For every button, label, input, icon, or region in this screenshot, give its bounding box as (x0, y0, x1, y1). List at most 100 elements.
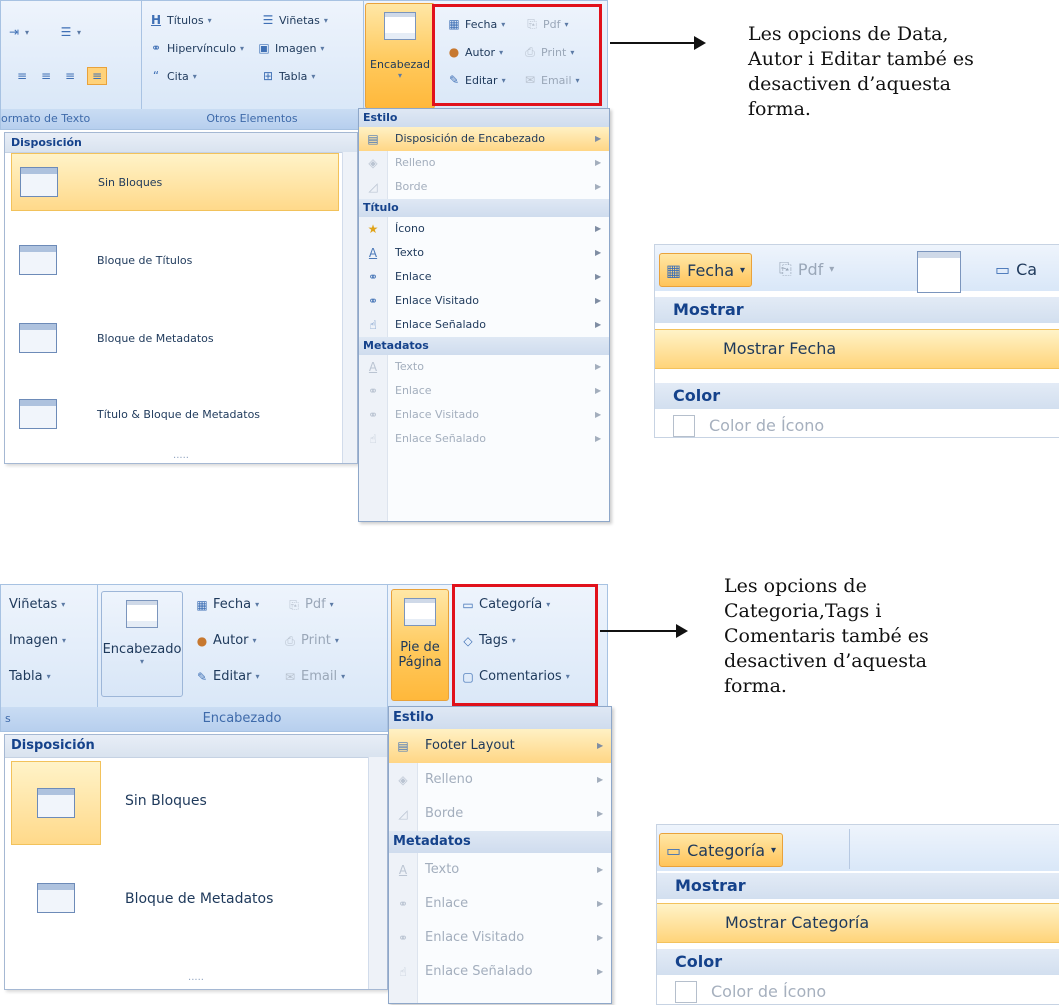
layout-item-bloque-metadatos[interactable]: Bloque de Metadatos (11, 309, 339, 367)
align-right-button[interactable]: ≡ (63, 69, 77, 83)
tabla-button[interactable]: ⊞ Tabla ▾ (261, 69, 315, 83)
align-left-button[interactable]: ≡ (15, 69, 29, 83)
zoom-color-header: Color (657, 949, 1059, 975)
menu-item-enlace-visitado[interactable]: ⚭ Enlace Visitado ▶ (359, 289, 609, 313)
resize-grip[interactable]: ..... (5, 450, 357, 461)
menu-item-footer-layout[interactable]: ▤ Footer Layout ▶ (389, 729, 611, 763)
layout-item-bloque-metadatos[interactable] (11, 863, 101, 933)
encabezado-button[interactable]: Encabezad ▾ (365, 3, 435, 109)
menu-item-label: Relleno (425, 772, 473, 787)
titulos-button[interactable]: H Títulos ▾ (149, 13, 212, 27)
hipervinculo-label: Hipervínculo (167, 41, 236, 55)
print-button[interactable]: ⎙ Print ▾ (283, 633, 339, 648)
tabla-button[interactable]: Tabla ▾ (9, 669, 51, 684)
menu-header-estilo: Estilo (359, 109, 609, 127)
bottom-style-menu: Estilo ▤ Footer Layout ▶ ◈ Relleno ▶ ◿ Borde ▶… (388, 706, 612, 1004)
zoom-fecha-button[interactable]: ▦ Fecha ▾ (659, 253, 753, 287)
visited-link-icon: ⚭ (397, 931, 409, 945)
pdf-button[interactable]: ⎘ Pdf ▾ (287, 597, 334, 612)
zoom-header-doc-icon (917, 251, 961, 293)
bottom-layout-panel: Disposición Sin Bloques Bloque de Metada… (4, 734, 388, 990)
menu-item-label: Texto (395, 360, 424, 373)
top-style-menu: Estilo ▤ Disposición de Encabezado ▶ ◈ Rell… (358, 108, 610, 522)
menu-item-enlace-senalado[interactable]: ☝ Enlace Señalado ▶ (359, 313, 609, 337)
menu-item-borde[interactable]: ◿ Borde ▶ (389, 797, 611, 831)
heading-icon: H (150, 13, 162, 27)
menu-item-relleno[interactable]: ◈ Relleno ▶ (389, 763, 611, 797)
imagen-button[interactable]: Imagen ▾ (9, 633, 66, 648)
resize-grip[interactable]: ..... (5, 972, 387, 983)
menu-item-meta-enlace-visitado[interactable]: ⚭ Enlace Visitado ▶ (359, 403, 609, 427)
zoom-pdf-label: Pdf (797, 259, 824, 279)
indent-button[interactable]: ⇥ ▾ (7, 25, 29, 39)
menu-item-disposicion[interactable]: ▤ Disposición de Encabezado ▶ (359, 127, 609, 151)
menu-item-meta-texto[interactable]: A Texto ▶ (359, 355, 609, 379)
align-left-icon: ≡ (16, 69, 28, 83)
layout-scrollbar[interactable] (342, 152, 357, 463)
autor-label: Autor (213, 633, 249, 648)
justify-button[interactable]: ≡ (87, 67, 107, 85)
menu-item-label: Borde (425, 806, 464, 821)
bottom-zoom-panel: ▭ Categoría ▾ Mostrar Mostrar Categoría Co… (656, 824, 1059, 1005)
vinetas-button[interactable]: ☰ Viñetas ▾ (261, 13, 328, 27)
format-group-label: ormato de Texto (1, 109, 141, 129)
menu-item-meta-enlace[interactable]: ⚭ Enlace ▶ (359, 379, 609, 403)
zoom-separator (849, 829, 850, 869)
hipervinculo-button[interactable]: ⚭ Hipervínculo ▾ (149, 41, 244, 55)
link-icon: ⚭ (367, 384, 379, 398)
email-button[interactable]: ✉ Email ▾ (283, 669, 345, 684)
menu-item-borde[interactable]: ◿ Borde ▶ (359, 175, 609, 199)
zoom-ca-label: Ca (1016, 259, 1038, 279)
layout-item-sin-bloques[interactable]: Sin Bloques (11, 153, 339, 211)
fill-icon: ◈ (398, 773, 408, 787)
autor-button[interactable]: ● Autor ▾ (195, 633, 257, 648)
cita-button[interactable]: “Cita ▾ (149, 69, 197, 83)
zoom-mostrar-header: Mostrar (657, 873, 1059, 899)
layout-scrollbar[interactable] (368, 757, 387, 989)
fecha-button[interactable]: ▦ Fecha ▾ (195, 597, 259, 612)
zoom-mostrar-fecha-item[interactable]: Mostrar Fecha (655, 329, 1059, 369)
menu-header-estilo: Estilo (389, 707, 611, 729)
zoom-ca-button[interactable]: ▭ Ca (989, 253, 1043, 285)
menu-item-label: Enlace Señalado (395, 432, 487, 445)
zoom-categoria-button[interactable]: ▭ Categoría ▾ (659, 833, 784, 867)
menu-item-texto[interactable]: A Texto ▶ (359, 241, 609, 265)
menu-item-enlace[interactable]: ⚭ Enlace ▶ (359, 265, 609, 289)
menu-item-icono[interactable]: ★ Ícono ▶ (359, 217, 609, 241)
imagen-button[interactable]: ▣ Imagen ▾ (257, 41, 324, 55)
menu-item-texto[interactable]: A Texto ▶ (389, 853, 611, 887)
editar-button[interactable]: ✎ Editar ▾ (195, 669, 260, 684)
menu-item-meta-enlace-senalado[interactable]: ☝ Enlace Señalado ▶ (359, 427, 609, 451)
align-center-button[interactable]: ≡ (39, 69, 53, 83)
fecha-label: Fecha (213, 597, 252, 612)
zoom-mostrar-categoria-item[interactable]: Mostrar Categoría (657, 903, 1059, 943)
zoom-pdf-button[interactable]: ⎘ Pdf ▾ (773, 253, 840, 285)
layout-item-label: Sin Bloques (125, 793, 207, 809)
edit-icon: ✎ (196, 669, 208, 684)
editar-label: Editar (213, 669, 252, 684)
menu-item-label: Texto (425, 862, 460, 877)
layout-item-bloque-titulos[interactable]: Bloque de Títulos (11, 231, 339, 289)
menu-item-enlace-visitado[interactable]: ⚭ Enlace Visitado ▶ (389, 921, 611, 955)
zoom-color-icono-item[interactable]: Color de Ícono (673, 411, 1059, 437)
zoom-color-icono-item[interactable]: Color de Ícono (675, 977, 1059, 1004)
menu-item-relleno[interactable]: ◈ Relleno ▶ (359, 151, 609, 175)
menu-item-label: Enlace Señalado (395, 318, 487, 331)
user-icon: ● (196, 633, 208, 648)
menu-item-enlace[interactable]: ⚭ Enlace ▶ (389, 887, 611, 921)
star-icon: ★ (367, 222, 379, 236)
bottom-highlight-box (452, 584, 598, 706)
vinetas-button[interactable]: Viñetas ▾ (9, 597, 65, 612)
layout-item-titulo-metadatos[interactable]: Título & Bloque de Metadatos (11, 385, 339, 443)
line-spacing-button[interactable]: ☰ ▾ (59, 25, 81, 39)
align-right-icon: ≡ (64, 69, 76, 83)
hover-link-icon: ☝ (369, 432, 377, 446)
menu-item-label: Enlace (395, 270, 432, 283)
align-center-icon: ≡ (40, 69, 52, 83)
encabezado-button[interactable]: Encabezado ▾ (101, 591, 183, 697)
pie-de-pagina-button[interactable]: Pie de Página (391, 589, 449, 701)
layout-item-sin-bloques[interactable] (11, 761, 101, 845)
menu-item-enlace-senalado[interactable]: ☝ Enlace Señalado ▶ (389, 955, 611, 989)
menu-item-label: Footer Layout (425, 738, 515, 753)
pdf-icon: ⎘ (779, 259, 792, 278)
